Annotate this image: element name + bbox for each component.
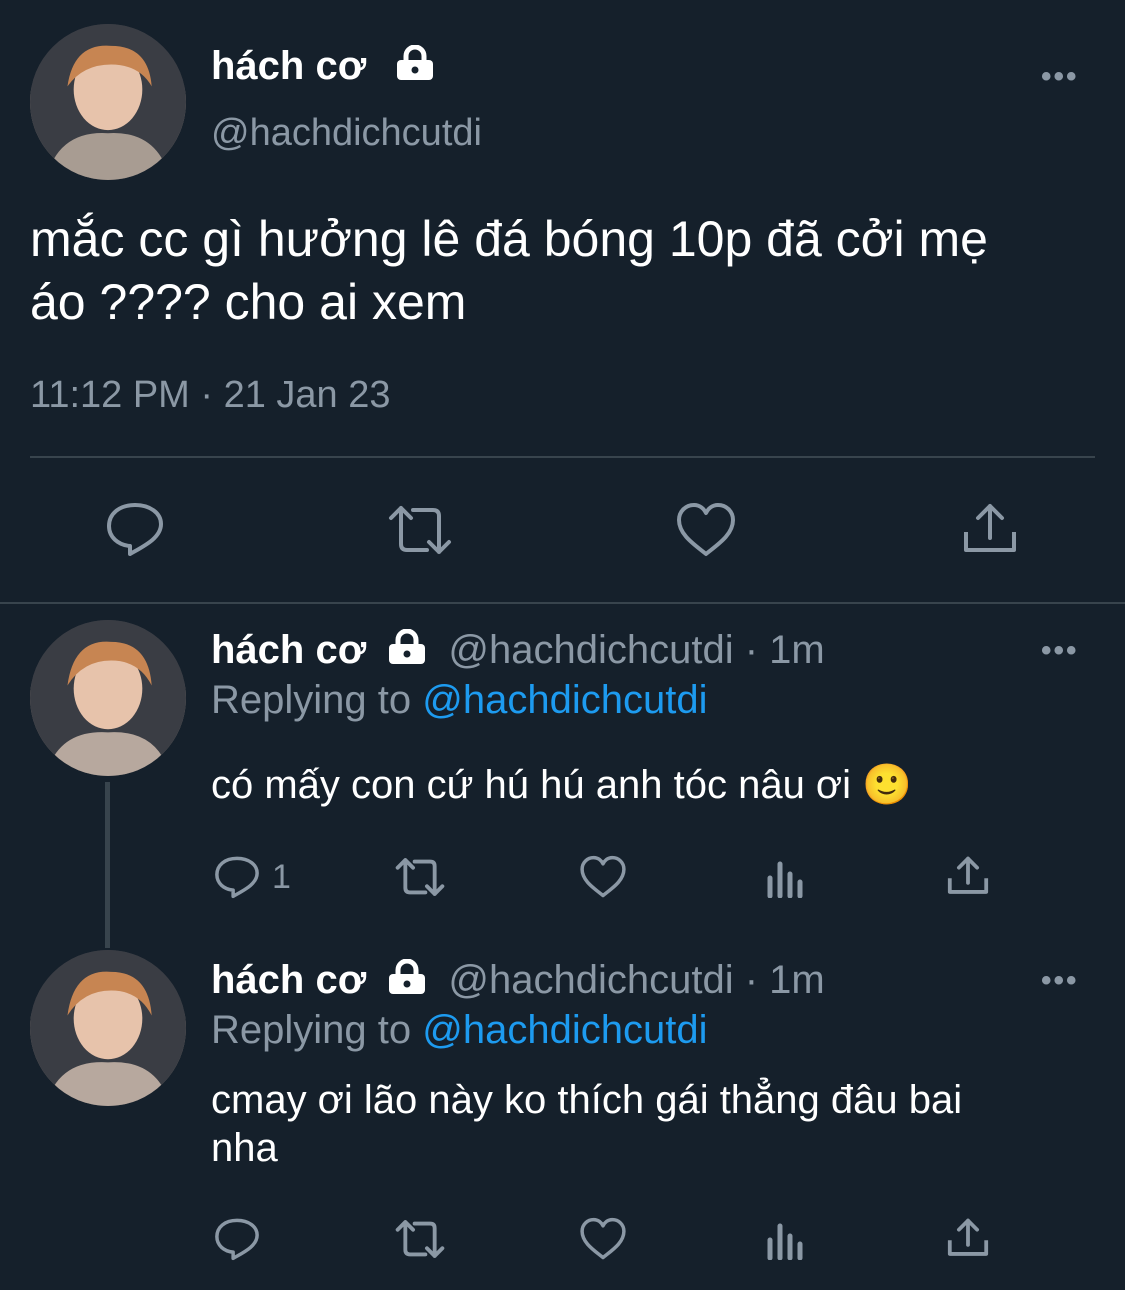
more-icon[interactable]: ••• (1041, 964, 1079, 998)
reply-text-line: cmay ơi lão này ko thích gái thẳng đâu b… (211, 1078, 963, 1122)
display-name[interactable]: hách cơ (211, 628, 366, 672)
lock-icon (385, 958, 429, 1005)
reply-time: · 1m (744, 628, 825, 672)
analytics-icon[interactable] (765, 858, 807, 898)
reply-text-line: có mấy con cứ hú hú anh tóc nâu ơi 🙂 (211, 763, 912, 807)
reply-text-line: nha (211, 1126, 278, 1170)
retweet-icon[interactable] (393, 1217, 447, 1261)
comment-icon[interactable] (213, 854, 261, 900)
avatar[interactable] (30, 620, 186, 776)
more-icon[interactable]: ••• (1041, 634, 1079, 668)
divider (0, 602, 1125, 604)
replying-to: Replying to @hachdichcutdi (211, 1008, 707, 1053)
timestamp: 11:12 PM · 21 Jan 23 (30, 374, 391, 416)
comment-icon[interactable] (104, 500, 166, 558)
retweet-icon[interactable] (393, 855, 447, 899)
divider (30, 456, 1095, 458)
lock-icon (385, 628, 429, 675)
replying-to-label: Replying to (211, 678, 412, 722)
avatar[interactable] (30, 950, 186, 1106)
display-name[interactable]: hách cơ (211, 958, 366, 1002)
lock-icon (393, 44, 437, 86)
reply-text: có mấy con cứ hú hú anh tóc nâu ơi 🙂 (211, 760, 912, 810)
like-icon[interactable] (579, 855, 627, 899)
analytics-icon[interactable] (765, 1220, 807, 1260)
display-name[interactable]: hách cơ (211, 44, 366, 89)
tweet-text-line: áo ???? cho ai xem (30, 274, 467, 330)
reply-time: · 1m (744, 958, 825, 1002)
replying-to-link[interactable]: @hachdichcutdi (422, 678, 707, 722)
reply-text: cmay ơi lão này ko thích gái thẳng đâu b… (211, 1076, 1091, 1172)
share-icon[interactable] (945, 1216, 991, 1260)
handle[interactable]: @hachdichcutdi (211, 112, 482, 155)
like-icon[interactable] (579, 1217, 627, 1261)
thread-line (105, 782, 110, 948)
retweet-icon[interactable] (385, 502, 455, 558)
tweet-text: mắc cc gì hưởng lê đá bóng 10p đã cởi mẹ… (30, 208, 1120, 334)
replying-to: Replying to @hachdichcutdi (211, 678, 707, 723)
avatar[interactable] (30, 24, 186, 180)
reply-header: hách cơ @hachdichcutdi · 1m (211, 628, 825, 675)
replying-to-label: Replying to (211, 1008, 412, 1052)
handle[interactable]: @hachdichcutdi (448, 958, 733, 1002)
comment-icon[interactable] (213, 1216, 261, 1262)
replying-to-link[interactable]: @hachdichcutdi (422, 1008, 707, 1052)
tweet-text-line: mắc cc gì hưởng lê đá bóng 10p đã cởi mẹ (30, 211, 988, 267)
more-icon[interactable]: ••• (1041, 60, 1079, 94)
handle[interactable]: @hachdichcutdi (448, 628, 733, 672)
reply-count: 1 (272, 858, 291, 896)
like-icon[interactable] (675, 502, 737, 558)
reply-header: hách cơ @hachdichcutdi · 1m (211, 958, 825, 1005)
share-icon[interactable] (945, 854, 991, 898)
share-icon[interactable] (960, 500, 1020, 558)
